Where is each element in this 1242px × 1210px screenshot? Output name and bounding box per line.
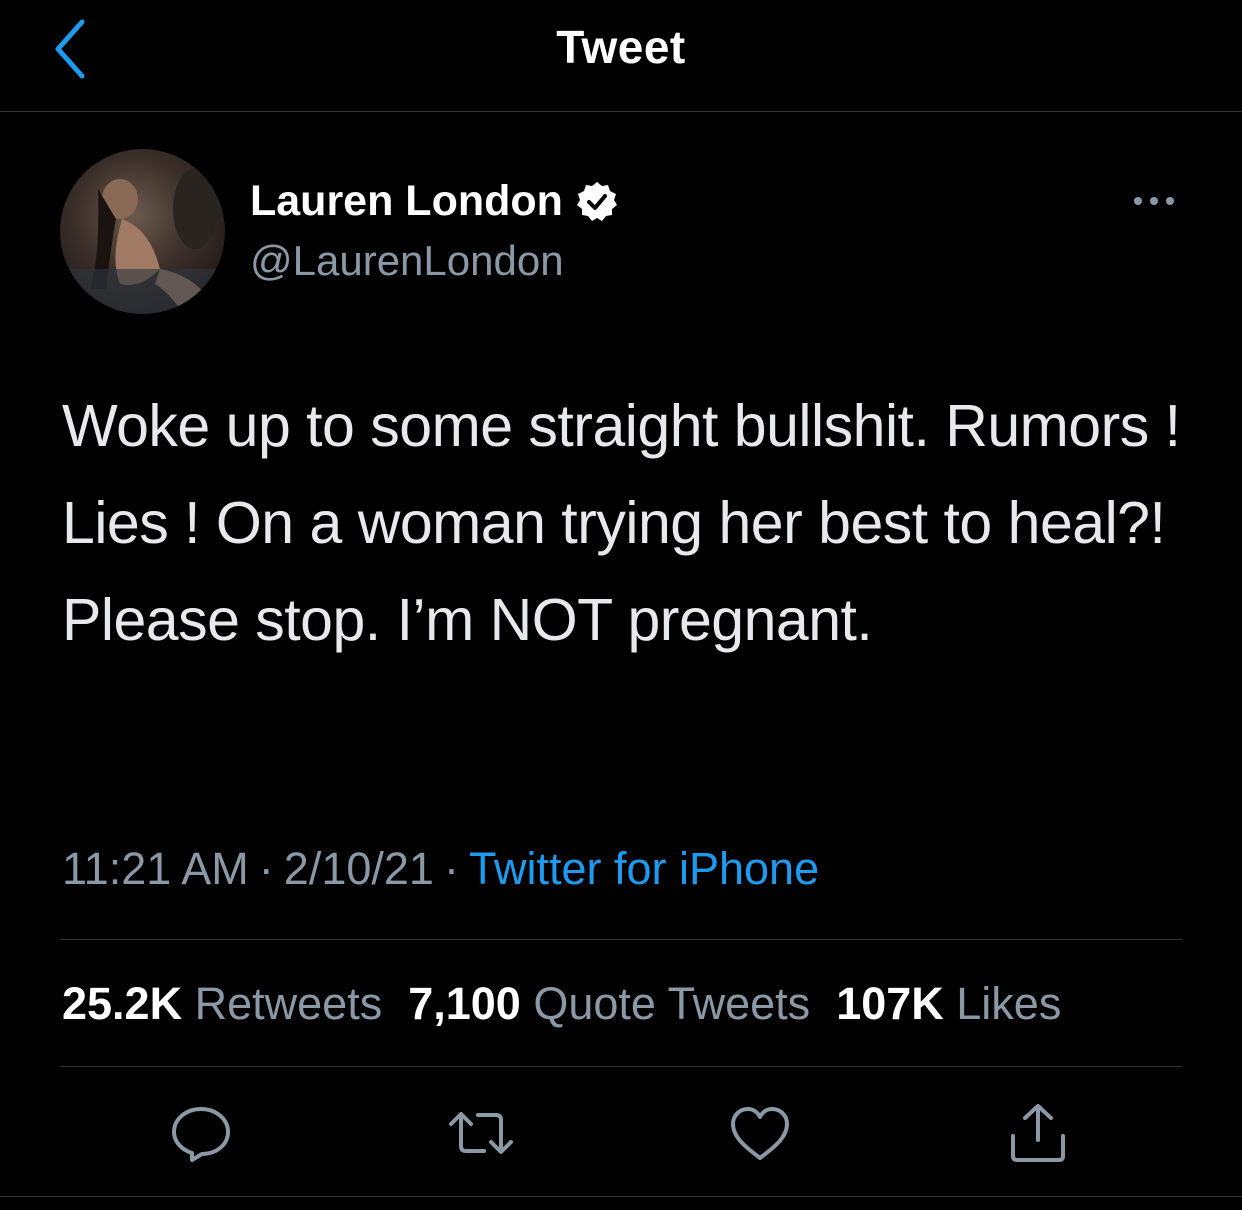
navigation-bar: Tweet: [0, 0, 1242, 112]
verified-badge-icon: [575, 180, 619, 224]
tweet-text: Woke up to some straight bullshit. Rumor…: [62, 393, 1181, 653]
like-button[interactable]: [725, 1098, 795, 1168]
meta-separator: ·: [443, 843, 459, 894]
retweets-label: Retweets: [194, 978, 383, 1029]
quote-tweets-count: 7,100: [408, 978, 521, 1029]
tweet-time: 11:21 AM: [62, 843, 249, 894]
tweet-metadata: 11:21 AM · 2/10/21 · Twitter for iPhone: [62, 843, 819, 895]
reply-icon: [172, 1107, 230, 1162]
tweet-source-link[interactable]: Twitter for iPhone: [469, 843, 819, 894]
retweet-button[interactable]: [446, 1098, 516, 1168]
meta-separator: ·: [258, 843, 274, 894]
share-button[interactable]: [1003, 1098, 1073, 1168]
like-icon: [731, 1107, 789, 1160]
quote-tweets-stat[interactable]: 7,100 Quote Tweets: [408, 978, 810, 1030]
reply-button[interactable]: [166, 1098, 236, 1168]
likes-count: 107K: [836, 978, 944, 1029]
divider: [60, 1066, 1182, 1067]
likes-label: Likes: [956, 978, 1062, 1029]
quote-tweets-label: Quote Tweets: [533, 978, 811, 1029]
action-bar: [0, 1098, 1242, 1168]
author-handle[interactable]: @LaurenLondon: [250, 237, 564, 285]
more-icon: [1134, 197, 1174, 205]
retweets-count: 25.2K: [62, 978, 183, 1029]
retweet-icon: [449, 1112, 513, 1154]
author-name[interactable]: Lauren London: [250, 177, 619, 226]
likes-stat[interactable]: 107K Likes: [836, 978, 1061, 1030]
tweet-stats: 25.2K Retweets 7,100 Quote Tweets 107K L…: [62, 978, 1061, 1030]
author-name-text: Lauren London: [250, 177, 563, 225]
avatar-photo: [60, 169, 225, 314]
divider: [0, 1196, 1242, 1197]
retweets-stat[interactable]: 25.2K Retweets: [62, 978, 382, 1030]
divider: [60, 939, 1182, 940]
tweet-date: 2/10/21: [283, 843, 434, 894]
avatar[interactable]: [60, 149, 225, 314]
page-title: Tweet: [556, 21, 686, 73]
more-options-button[interactable]: [1128, 186, 1180, 216]
share-icon: [1011, 1104, 1065, 1162]
